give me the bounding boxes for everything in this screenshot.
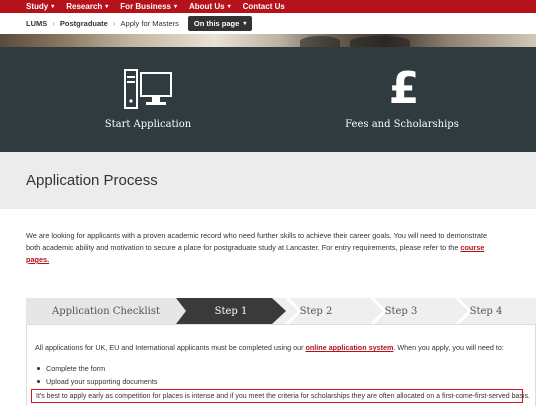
hero-image <box>0 34 536 47</box>
tab-step-4[interactable]: Step 4 <box>446 298 526 324</box>
nav-about-us-label: About Us <box>189 2 225 11</box>
intro-text: We are looking for applicants with a pro… <box>26 231 488 252</box>
caret-down-icon: ▾ <box>173 4 177 10</box>
list-item-text: Complete the form <box>46 364 106 373</box>
list-item: Complete the form <box>37 362 157 375</box>
start-application-label: Start Application <box>104 119 192 130</box>
breadcrumb-postgraduate[interactable]: Postgraduate <box>60 19 108 28</box>
pound-icon: £ <box>388 63 420 114</box>
nav-about-us[interactable]: About Us ▾ <box>189 2 231 11</box>
tab-step-1[interactable]: Step 1 <box>186 298 276 324</box>
nav-study[interactable]: Study ▾ <box>26 2 54 11</box>
apply-early-notice: It's best to apply early as competition … <box>31 389 530 403</box>
on-this-page-label: On this page <box>193 19 240 28</box>
tab-step-3[interactable]: Step 3 <box>361 298 441 324</box>
nav-for-business-label: For Business <box>120 2 171 11</box>
tab-step-2[interactable]: Step 2 <box>276 298 356 324</box>
breadcrumb-separator: › <box>52 19 55 28</box>
step-instructions: All applications for UK, EU and Internat… <box>35 343 504 352</box>
quick-links-panel: Start Application £ Fees and Scholarship… <box>0 47 536 152</box>
bullet-icon <box>37 380 40 383</box>
start-application-tile[interactable]: Start Application <box>14 47 282 152</box>
on-this-page-button[interactable]: On this page ▾ <box>187 16 253 31</box>
nav-contact-us[interactable]: Contact Us <box>243 2 285 11</box>
intro-paragraph: We are looking for applicants with a pro… <box>26 230 496 266</box>
nav-for-business[interactable]: For Business ▾ <box>120 2 177 11</box>
fees-and-scholarships-label: Fees and Scholarships <box>345 119 459 130</box>
step-instructions-text-end: . When you apply, you will need to: <box>393 343 504 352</box>
title-band: Application Process <box>0 152 536 209</box>
breadcrumb-lums[interactable]: LUMS <box>26 19 47 28</box>
caret-down-icon: ▾ <box>243 21 247 27</box>
nav-study-label: Study <box>26 2 49 11</box>
tab-step-1-label: Step 1 <box>214 305 248 317</box>
requirements-list: Complete the form Upload your supporting… <box>37 362 157 388</box>
tab-application-checklist[interactable]: Application Checklist <box>26 298 186 324</box>
nav-contact-us-label: Contact Us <box>242 2 285 11</box>
top-navigation: Study ▾ Research ▾ For Business ▾ About Us ▾… <box>0 0 536 13</box>
nav-research-label: Research <box>66 2 103 11</box>
tab-step-2-label: Step 2 <box>299 305 333 317</box>
step-content: All applications for UK, EU and Internat… <box>26 324 536 406</box>
tab-step-4-label: Step 4 <box>469 305 503 317</box>
breadcrumb-current-page: Apply for Masters <box>120 19 179 28</box>
breadcrumb-separator: › <box>112 19 116 28</box>
online-application-system-link[interactable]: online application system <box>305 343 393 352</box>
fees-and-scholarships-tile[interactable]: £ Fees and Scholarships <box>268 47 536 152</box>
page-title: Application Process <box>26 172 158 189</box>
apply-early-notice-text: It's best to apply early as competition … <box>36 392 530 400</box>
computer-icon <box>124 69 172 109</box>
tab-step-3-label: Step 3 <box>384 305 418 317</box>
step-instructions-text: All applications for UK, EU and Internat… <box>35 343 306 352</box>
bullet-icon <box>37 367 40 370</box>
list-item-text: Upload your supporting documents <box>46 377 158 386</box>
caret-down-icon: ▾ <box>105 4 109 10</box>
nav-research[interactable]: Research ▾ <box>66 2 108 11</box>
application-stepper: Application Checklist Step 1 Step 2 Step… <box>26 298 536 324</box>
breadcrumb: LUMS › Postgraduate › Apply for Masters … <box>0 13 536 34</box>
caret-down-icon: ▾ <box>51 4 55 10</box>
list-item: Upload your supporting documents <box>37 375 157 388</box>
hero-image-detail <box>300 36 340 47</box>
caret-down-icon: ▾ <box>227 4 231 10</box>
hero-image-detail <box>350 36 410 47</box>
tab-application-checklist-label: Application Checklist <box>51 305 161 317</box>
